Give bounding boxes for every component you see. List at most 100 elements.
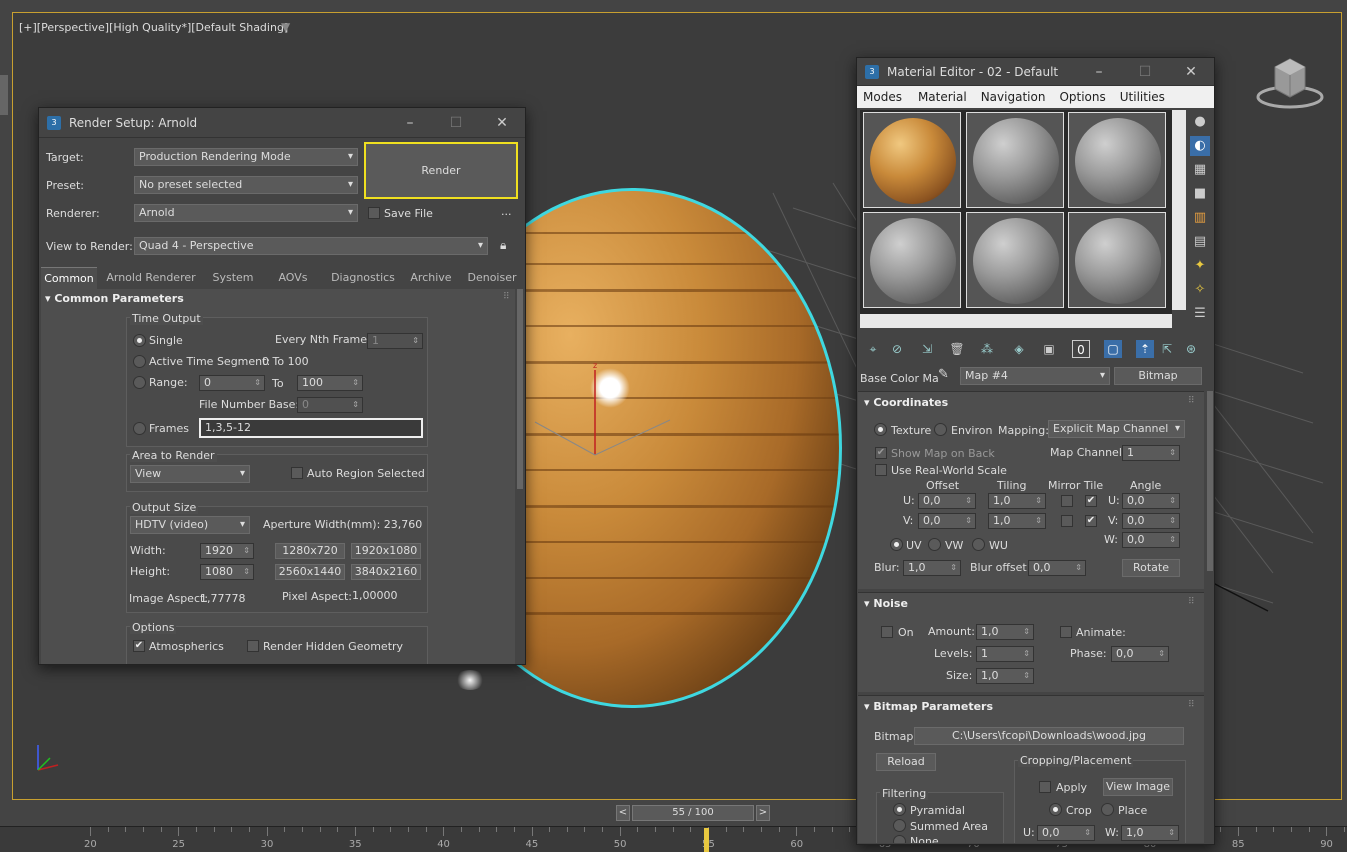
map-channel-spinner[interactable]: 1	[1122, 445, 1180, 461]
preset-dropdown[interactable]: No preset selected	[134, 176, 358, 194]
image-aspect-value[interactable]: 1,77778	[200, 592, 246, 605]
show-map-on-back-checkbox[interactable]: ✔	[875, 447, 887, 459]
delete-icon[interactable]: 🗑︎	[948, 340, 966, 358]
preset-1280x720-button[interactable]: 1280x720	[275, 543, 345, 559]
backlight-icon[interactable]: ◐	[1190, 136, 1210, 156]
animate-checkbox[interactable]	[1060, 626, 1072, 638]
output-size-dropdown[interactable]: HDTV (video)	[130, 516, 250, 534]
put-to-library-icon[interactable]: ◈	[1010, 340, 1028, 358]
atmospherics-checkbox[interactable]: ✔	[133, 640, 145, 652]
sample-slot-5[interactable]	[966, 212, 1064, 308]
width-spinner[interactable]: 1920	[200, 543, 254, 559]
maximize-icon[interactable]: ☐	[1122, 64, 1168, 80]
vw-radio[interactable]	[928, 538, 941, 551]
browse-button[interactable]: ...	[501, 205, 512, 218]
target-dropdown[interactable]: Production Rendering Mode	[134, 148, 358, 166]
menu-navigation[interactable]: Navigation	[981, 90, 1046, 104]
size-spinner[interactable]: 1,0	[976, 668, 1034, 684]
bitmap-rollout-header[interactable]: ▾ Bitmap Parameters	[864, 700, 993, 718]
range-to-spinner[interactable]: 100	[297, 375, 363, 391]
crop-radio[interactable]	[1049, 803, 1062, 816]
viewport-label[interactable]: [+][Perspective][High Quality*][Default …	[19, 21, 288, 34]
v-tile-checkbox[interactable]: ✔	[1085, 515, 1097, 527]
minimize-icon[interactable]: –	[387, 115, 433, 131]
uv-radio[interactable]	[890, 538, 903, 551]
tab-arnold-renderer[interactable]: Arnold Renderer	[101, 267, 201, 289]
minimize-icon[interactable]: –	[1076, 64, 1122, 80]
view-image-button[interactable]: View Image	[1103, 778, 1173, 796]
reload-button[interactable]: Reload	[876, 753, 936, 771]
material-editor-scrollbar[interactable]	[1207, 391, 1213, 571]
texture-radio[interactable]	[874, 423, 887, 436]
preset-2560x1440-button[interactable]: 2560x1440	[275, 564, 345, 580]
sample-slot-6[interactable]	[1068, 212, 1166, 308]
eyedropper-icon[interactable]: ✎	[938, 367, 949, 382]
next-frame-button[interactable]: >	[756, 805, 770, 821]
levels-spinner[interactable]: 1	[976, 646, 1034, 662]
menu-material[interactable]: Material	[918, 90, 967, 104]
slots-horizontal-scrollbar[interactable]	[860, 314, 1172, 328]
material-id-icon[interactable]: 0	[1072, 340, 1090, 358]
v-angle-spinner[interactable]: 0,0	[1122, 513, 1180, 529]
render-setup-scrollbar[interactable]	[517, 289, 523, 489]
save-icon[interactable]: ▣	[1040, 340, 1058, 358]
select-by-material-icon[interactable]: ✧	[1190, 280, 1210, 300]
show-shaded-icon[interactable]: ▢	[1104, 340, 1122, 358]
sample-slot-4[interactable]	[863, 212, 961, 308]
place-radio[interactable]	[1101, 803, 1114, 816]
pyramidal-radio[interactable]	[893, 803, 906, 816]
range-from-spinner[interactable]: 0	[199, 375, 265, 391]
preset-1920x1080-button[interactable]: 1920x1080	[351, 543, 421, 559]
menu-options[interactable]: Options	[1059, 90, 1105, 104]
assign-material-icon[interactable]: ⇲	[918, 340, 936, 358]
summed-area-radio[interactable]	[893, 819, 906, 832]
crop-w-spinner[interactable]: 1,0	[1121, 825, 1179, 841]
save-file-checkbox[interactable]	[368, 207, 380, 219]
make-unique-icon[interactable]: ⁂	[978, 340, 996, 358]
close-icon[interactable]: ✕	[1168, 64, 1214, 80]
u-mirror-checkbox[interactable]	[1061, 495, 1073, 507]
tab-archive[interactable]: Archive	[403, 267, 459, 289]
go-to-parent-icon[interactable]: ⇱	[1158, 340, 1176, 358]
crop-u-spinner[interactable]: 0,0	[1037, 825, 1095, 841]
apply-checkbox[interactable]	[1039, 781, 1051, 793]
auto-region-checkbox[interactable]	[291, 467, 303, 479]
grip-icon[interactable]: ⠿	[1188, 597, 1195, 607]
environ-radio[interactable]	[934, 423, 947, 436]
prev-frame-button[interactable]: <	[616, 805, 630, 821]
v-mirror-checkbox[interactable]	[1061, 515, 1073, 527]
real-world-scale-checkbox[interactable]	[875, 464, 887, 476]
amount-spinner[interactable]: 1,0	[976, 624, 1034, 640]
file-number-base-spinner[interactable]: 0	[297, 397, 363, 413]
put-material-icon[interactable]: ⊘	[888, 340, 906, 358]
maximize-icon[interactable]: ☐	[433, 115, 479, 131]
transform-gizmo-icon[interactable]: z	[510, 350, 680, 470]
go-forward-sibling-icon[interactable]: ⊛	[1182, 340, 1200, 358]
frames-radio[interactable]	[133, 422, 146, 435]
tab-system[interactable]: System	[205, 267, 261, 289]
bitmap-path-button[interactable]: C:\Users\fcopi\Downloads\wood.jpg	[914, 727, 1184, 745]
map-name-dropdown[interactable]: Map #4	[960, 367, 1110, 385]
render-button[interactable]: Render	[364, 142, 518, 199]
grip-icon[interactable]: ⠿	[503, 292, 510, 302]
rotate-button[interactable]: Rotate	[1122, 559, 1180, 577]
preset-3840x2160-button[interactable]: 3840x2160	[351, 564, 421, 580]
v-offset-spinner[interactable]: 0,0	[918, 513, 976, 529]
v-tiling-spinner[interactable]: 1,0	[988, 513, 1046, 529]
phase-spinner[interactable]: 0,0	[1111, 646, 1169, 662]
every-nth-spinner[interactable]: 1	[367, 333, 423, 349]
tab-common[interactable]: Common	[41, 267, 97, 289]
menu-utilities[interactable]: Utilities	[1120, 90, 1165, 104]
area-dropdown[interactable]: View	[130, 465, 250, 483]
common-parameters-rollout[interactable]: ▾ Common Parameters	[45, 292, 184, 310]
lock-icon[interactable]: 🔒︎	[500, 238, 506, 253]
tab-aovs[interactable]: AOVs	[265, 267, 321, 289]
grip-icon[interactable]: ⠿	[1188, 700, 1195, 710]
noise-rollout-header[interactable]: ▾ Noise	[864, 597, 908, 615]
u-tiling-spinner[interactable]: 1,0	[988, 493, 1046, 509]
make-preview-icon[interactable]: ▤	[1190, 232, 1210, 252]
u-tile-checkbox[interactable]: ✔	[1085, 495, 1097, 507]
render-setup-titlebar[interactable]: 3 Render Setup: Arnold – ☐ ✕	[39, 108, 525, 138]
noise-on-checkbox[interactable]	[881, 626, 893, 638]
range-radio[interactable]	[133, 376, 146, 389]
